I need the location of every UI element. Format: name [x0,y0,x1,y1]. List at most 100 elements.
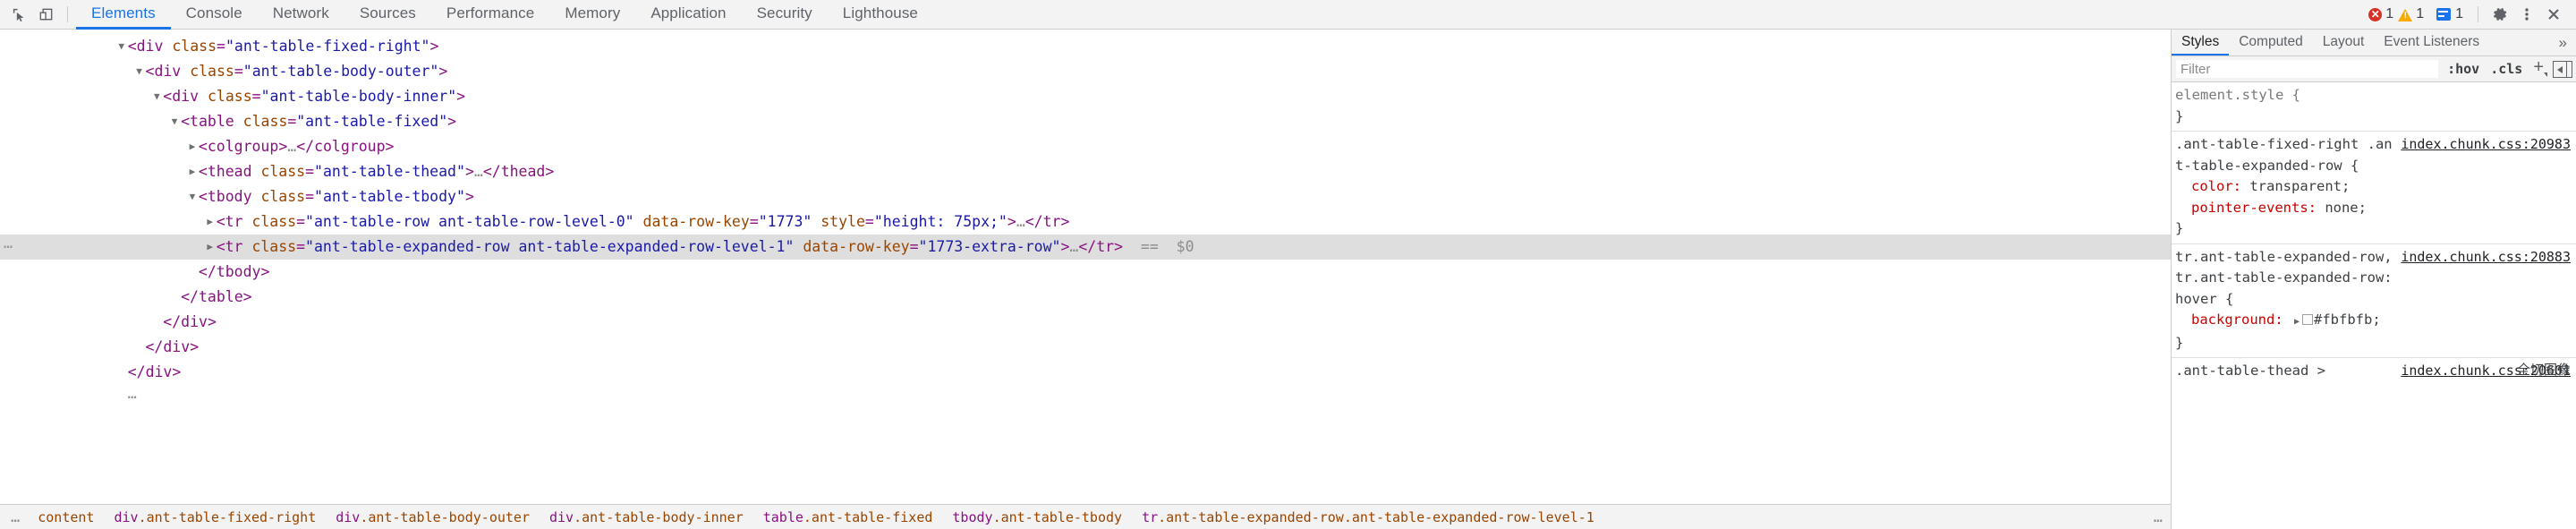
dom-node-text: </div> [163,313,217,330]
kebab-menu-icon[interactable] [2513,3,2540,26]
dom-node-row[interactable]: ▶ <colgroup>…</colgroup> [0,134,2171,159]
tab-application[interactable]: Application [635,0,741,30]
chevron-double-right-icon[interactable]: » [2554,30,2576,55]
dom-node-row[interactable]: </table> [0,285,2171,310]
styles-sidebar-tabs: Styles Computed Layout Event Listeners » [2172,30,2576,56]
css-rule[interactable]: tr.ant-table-expanded-row, tr.ant-table-… [2172,244,2576,358]
breadcrumb-item[interactable]: tbody.ant-table-tbody [942,509,1132,525]
breadcrumb-class: .ant-table-tbody [992,508,1123,525]
expand-twisty-icon[interactable]: ▶ [204,209,217,235]
breadcrumb-overflow-right[interactable]: … [2147,508,2171,526]
devtools-toolbar: Elements Console Network Sources Perform… [0,0,2576,30]
css-rule[interactable]: .ant-table-fixed-right .ant-table-expand… [2172,132,2576,244]
dom-node-row[interactable]: ⋯ [0,385,2171,410]
inspect-cursor-icon [13,8,23,21]
tab-sources[interactable]: Sources [344,0,431,30]
tab-computed[interactable]: Computed [2229,30,2313,55]
dom-node-row[interactable]: ▼ <div class="ant-table-body-inner"> [0,84,2171,109]
dom-node-row[interactable]: </div> [0,310,2171,335]
tab-memory-label: Memory [565,4,621,21]
tab-network[interactable]: Network [258,0,344,30]
dom-node-selected[interactable]: ⋯ ▶ <tr class="ant-table-expanded-row ant-… [0,235,2171,260]
css-property-value[interactable]: #fbfbfb; [2314,311,2381,328]
inspect-element-icon[interactable] [5,3,32,26]
css-selector[interactable]: .ant-table-fixed-right .ant-table-expand… [2175,134,2393,176]
device-toolbar-icon[interactable] [32,3,59,26]
styles-rules-list[interactable]: element.style {} .ant-table-fixed-right .… [2172,82,2576,529]
css-origin-link[interactable]: index.chunk.css:20983 [2393,134,2571,156]
css-rule[interactable]: .ant-table-thead > index.chunk.css:20601… [2172,358,2576,386]
css-property-name[interactable]: color: [2191,178,2249,194]
class-editor-toggle[interactable]: .cls [2485,61,2528,77]
tab-performance[interactable]: Performance [431,0,549,30]
breadcrumb-class: .ant-table-fixed [803,508,933,525]
error-counter[interactable]: ✕ 1 [2368,6,2393,22]
dom-node-row[interactable]: </tbody> [0,260,2171,285]
css-rule-close-brace: } [2175,220,2184,236]
dom-node-text: </div> [127,363,182,380]
console-issues-counter[interactable]: ✕ 1 1 [2362,3,2430,26]
css-rule-header: tr.ant-table-expanded-row, tr.ant-table-… [2172,247,2576,311]
css-declaration[interactable]: pointer-events: none; [2172,198,2576,219]
tab-layout[interactable]: Layout [2313,30,2375,55]
breadcrumb-item[interactable]: tr.ant-table-expanded-row.ant-table-expa… [1132,509,1604,525]
css-property-value[interactable]: transparent; [2249,178,2350,194]
breadcrumb-overflow-left[interactable]: … [4,508,28,526]
css-property-value[interactable]: none; [2325,200,2367,216]
tab-styles[interactable]: Styles [2172,30,2230,55]
tab-security-label: Security [756,4,812,21]
expand-twisty-icon[interactable]: ▶ [186,134,199,159]
plus-icon[interactable]: + [2528,57,2547,81]
collapse-twisty-icon[interactable]: ▼ [168,109,181,134]
collapse-twisty-icon[interactable]: ▼ [133,59,146,84]
toggle-sidebar-icon[interactable] [2553,60,2572,78]
tab-elements[interactable]: Elements [76,0,171,30]
dom-node-row[interactable]: ▼ <tbody class="ant-table-tbody"> [0,184,2171,209]
dom-node-row[interactable]: </div> [0,335,2171,360]
expand-shorthand-icon[interactable]: ▶ [2291,317,2302,327]
warning-counter[interactable]: 1 [2398,6,2424,22]
collapse-twisty-icon[interactable]: ▼ [186,184,199,209]
dom-node-row[interactable]: ▶ <thead class="ant-table-thead">…</thead… [0,159,2171,184]
collapse-twisty-icon[interactable]: ▼ [115,34,128,59]
css-declaration[interactable]: color: transparent; [2172,176,2576,198]
expand-twisty-icon[interactable]: ▶ [186,159,199,184]
dom-node-text: </tbody> [198,263,270,280]
tab-console[interactable]: Console [171,0,258,30]
breadcrumb-item[interactable]: div.ant-table-body-inner [540,509,753,525]
expand-twisty-icon[interactable]: ▶ [204,235,217,260]
breadcrumb-item[interactable]: content [28,509,104,525]
css-selector[interactable]: element.style { [2175,85,2444,107]
breadcrumb-item[interactable]: div.ant-table-fixed-right [104,509,326,525]
styles-filter-input[interactable] [2176,60,2439,78]
dom-node-row[interactable]: ▶ <tr class="ant-table-row ant-table-row-… [0,209,2171,235]
collapse-twisty-icon[interactable]: ▼ [150,84,163,109]
tab-memory[interactable]: Memory [549,0,635,30]
breadcrumb-class: .ant-table-body-outer [360,508,530,525]
dom-node-row[interactable]: ▼ <div class="ant-table-fixed-right"> [0,34,2171,59]
css-rule[interactable]: element.style {} [2172,82,2576,132]
dom-node-text: <colgroup>…</colgroup> [198,138,395,155]
dom-node-row[interactable]: ▼ <div class="ant-table-body-outer"> [0,59,2171,84]
dom-node-row[interactable]: </div> [0,360,2171,385]
breadcrumb-items: content div.ant-table-fixed-right div.ant-… [28,509,1604,525]
tab-security[interactable]: Security [742,0,828,30]
dom-node-badge[interactable]: ⋯ [4,235,13,260]
css-selector[interactable]: tr.ant-table-expanded-row, tr.ant-table-… [2175,247,2393,311]
dom-tree[interactable]: ▼ <div class="ant-table-fixed-right"> ▼ <di… [0,30,2171,504]
css-property-name[interactable]: pointer-events: [2191,200,2325,216]
gear-icon[interactable] [2487,3,2513,26]
dom-node-row[interactable]: ▼ <table class="ant-table-fixed"> [0,109,2171,134]
breadcrumb-item[interactable]: table.ant-table-fixed [753,509,943,525]
color-swatch[interactable] [2302,314,2314,325]
tab-event-listeners[interactable]: Event Listeners [2374,30,2489,55]
css-origin-link[interactable]: index.chunk.css:20883 [2393,247,2571,269]
close-icon[interactable] [2540,3,2567,26]
info-messages-counter[interactable]: 1 [2430,3,2470,26]
breadcrumb-item[interactable]: div.ant-table-body-outer [326,509,540,525]
hover-state-toggle[interactable]: :hov [2442,61,2485,77]
tab-lighthouse[interactable]: Lighthouse [828,0,933,30]
css-declaration[interactable]: background: ▶ #fbfbfb; [2172,310,2576,333]
css-selector[interactable]: .ant-table-thead > [2175,361,2393,382]
css-property-name[interactable]: background: [2191,311,2291,328]
